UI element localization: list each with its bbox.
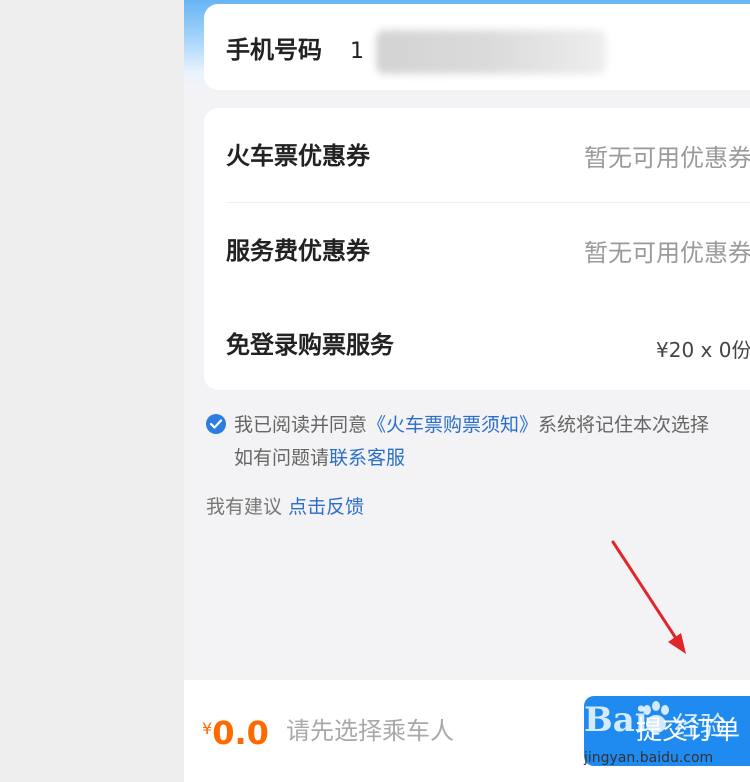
select-passenger-hint: 请先选择乘车人 — [286, 717, 454, 745]
help-text: 如有问题请联系客服 — [234, 443, 405, 473]
phone-label: 手机号码 — [226, 36, 322, 64]
login-free-service-row[interactable]: 免登录购票服务 ¥20 x 0份 — [204, 297, 750, 391]
contact-service-link[interactable]: 联系客服 — [329, 447, 405, 469]
phone-value[interactable]: 1 — [350, 36, 364, 68]
checkbox-checked-icon[interactable] — [206, 414, 226, 434]
row-value: 暂无可用优惠券 — [584, 144, 750, 172]
row-label: 服务费优惠券 — [226, 237, 370, 265]
contact-card[interactable]: 手机号码 1 — [204, 4, 750, 90]
order-screen: 手机号码 1 火车票优惠券 暂无可用优惠券 服务费优惠券 暂无可用优惠券 免登录… — [184, 0, 750, 782]
ticket-notice-link[interactable]: 《火车票购票须知》 — [367, 414, 538, 436]
agreement-prefix: 我已阅读并同意 — [234, 414, 368, 436]
bottom-bar: ¥0.0 请先选择乘车人 提交订单 Bai 经验 jingyan.baidu.c… — [184, 680, 750, 782]
agreement-text: 我已阅读并同意《火车票购票须知》系统将记住本次选择 — [234, 410, 709, 440]
agreement-suffix: 系统将记住本次选择 — [538, 414, 710, 436]
coupon-card: 火车票优惠券 暂无可用优惠券 服务费优惠券 暂无可用优惠券 免登录购票服务 ¥2… — [204, 108, 750, 390]
service-fee-coupon-row[interactable]: 服务费优惠券 暂无可用优惠券 — [204, 203, 750, 297]
train-ticket-coupon-row[interactable]: 火车票优惠券 暂无可用优惠券 — [204, 108, 750, 202]
left-blank-area — [0, 0, 184, 782]
submit-order-label: 提交订单 — [636, 716, 741, 746]
help-prefix: 如有问题请 — [234, 447, 330, 469]
feedback-link[interactable]: 点击反馈 — [288, 496, 364, 518]
price-currency: ¥ — [202, 719, 213, 738]
row-label: 火车票优惠券 — [226, 142, 370, 170]
phone-blur-mask — [376, 30, 606, 74]
submit-order-button[interactable]: 提交订单 — [584, 696, 750, 766]
row-label: 免登录购票服务 — [226, 331, 394, 359]
feedback-line: 我有建议 点击反馈 — [206, 492, 364, 522]
total-price: ¥0.0 — [202, 714, 269, 752]
row-value: ¥20 x 0份 — [656, 338, 750, 362]
price-amount: 0.0 — [212, 714, 269, 752]
row-value: 暂无可用优惠券 — [584, 239, 750, 267]
feedback-prefix: 我有建议 — [206, 496, 283, 518]
